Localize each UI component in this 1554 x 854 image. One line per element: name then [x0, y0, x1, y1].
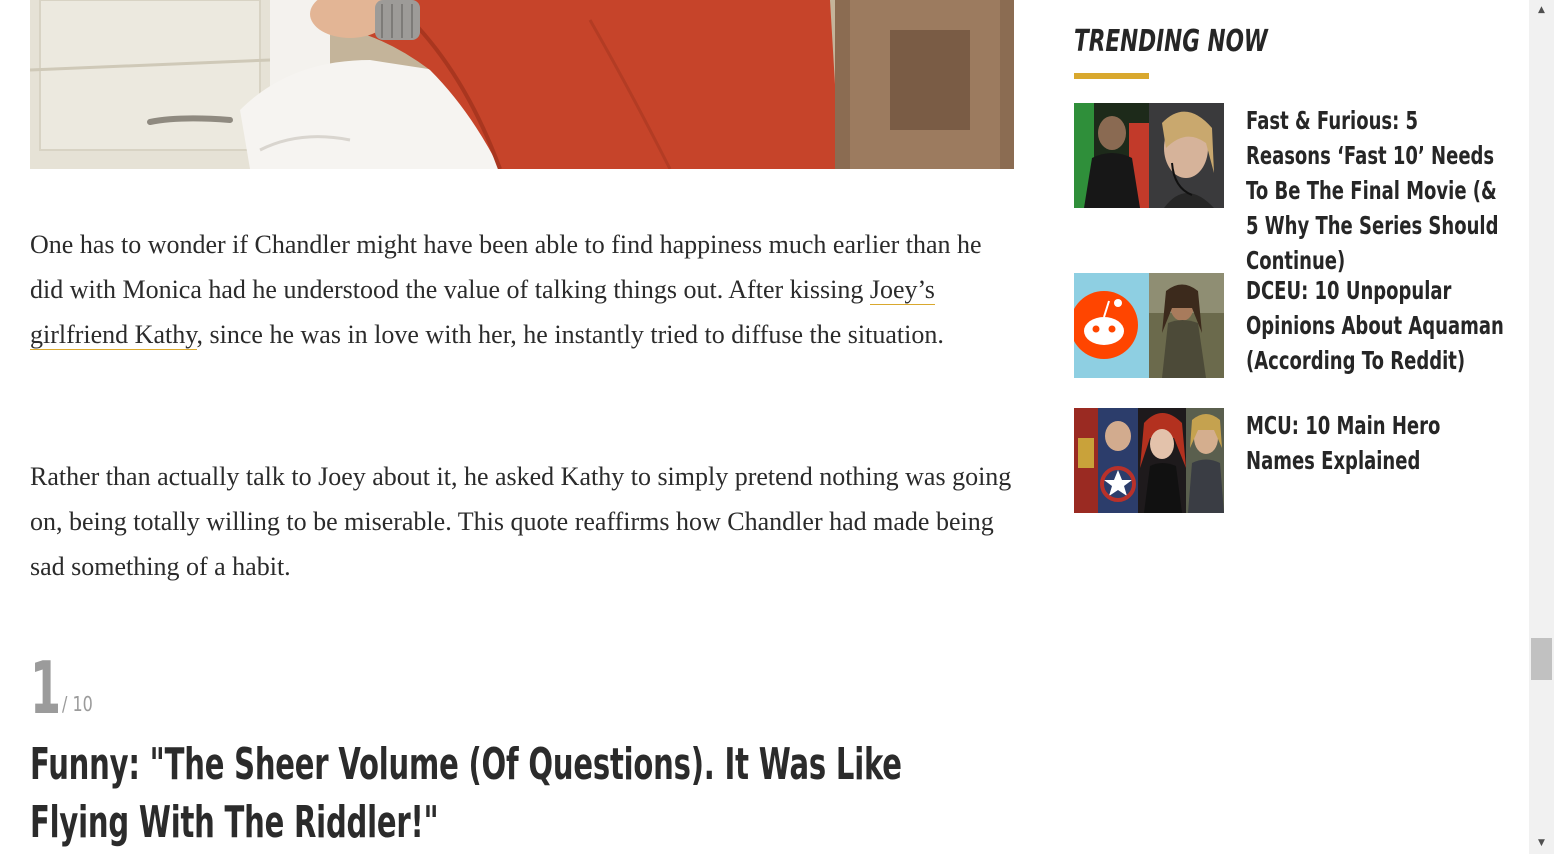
article-paragraph: One has to wonder if Chandler might have…: [30, 222, 1020, 357]
paragraph-text: One has to wonder if Chandler might have…: [30, 230, 982, 304]
article-paragraph: Rather than actually talk to Joey about …: [30, 462, 1012, 581]
rank-number: 1: [30, 646, 62, 730]
trending-heading: TRENDING NOW: [1074, 24, 1268, 59]
trending-thumbnail[interactable]: [1074, 273, 1224, 378]
vertical-scrollbar[interactable]: ▲ ▼: [1529, 0, 1554, 854]
trending-item-title[interactable]: DCEU: 10 Unpopular Opinions About Aquama…: [1246, 273, 1505, 378]
rank-total: / 10: [62, 692, 93, 716]
scroll-down-arrow-icon[interactable]: ▼: [1529, 835, 1554, 852]
heading-accent-bar: [1074, 73, 1149, 79]
entry-title: Funny: "The Sheer Volume (Of Questions).…: [30, 739, 902, 848]
trending-thumbnail[interactable]: [1074, 408, 1224, 513]
paragraph-text: , since he was in love with her, he inst…: [196, 320, 944, 349]
scrollbar-thumb[interactable]: [1531, 638, 1552, 680]
trending-thumbnail[interactable]: [1074, 103, 1224, 208]
article-image: [30, 0, 1014, 169]
trending-item-title[interactable]: MCU: 10 Main Hero Names Explained: [1246, 408, 1505, 478]
trending-item-title[interactable]: Fast & Furious: 5 Reasons ‘Fast 10’ Need…: [1246, 103, 1505, 278]
scroll-up-arrow-icon[interactable]: ▲: [1529, 2, 1554, 19]
